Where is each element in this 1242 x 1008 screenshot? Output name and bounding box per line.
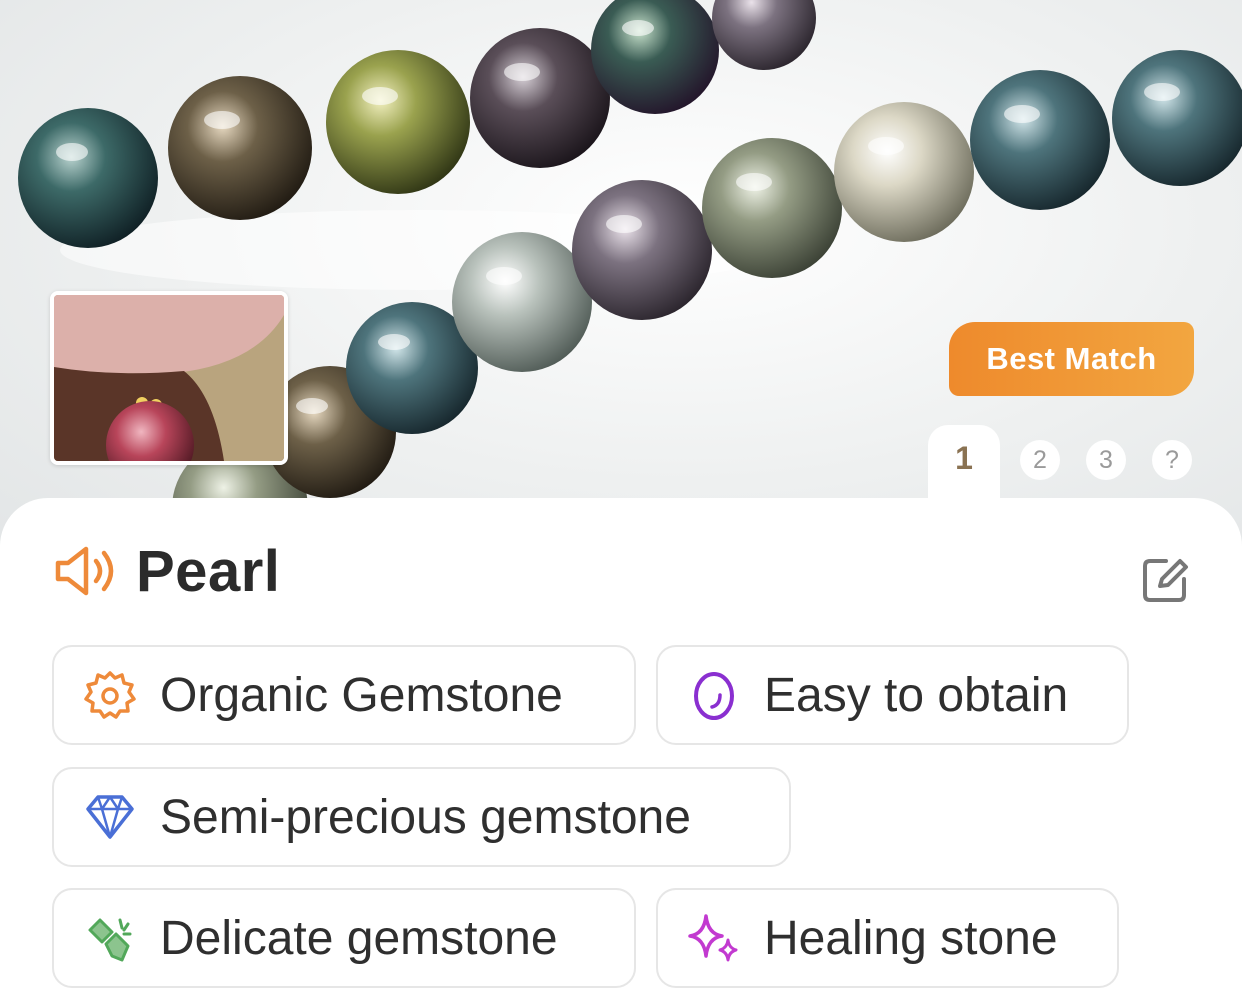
- sparkles-icon: [688, 914, 738, 962]
- tag-label: Delicate gemstone: [160, 911, 558, 965]
- tag-easy-to-obtain[interactable]: Easy to obtain: [656, 645, 1129, 745]
- tag-label: Healing stone: [764, 911, 1058, 965]
- best-match-badge: Best Match: [949, 322, 1194, 396]
- tag-label: Semi-precious gemstone: [160, 790, 691, 844]
- oval-gem-icon: [694, 672, 734, 720]
- user-photo-thumbnail[interactable]: [50, 291, 288, 465]
- match-pager: 1 2 3 ?: [928, 425, 1208, 505]
- speaker-icon[interactable]: [52, 541, 122, 601]
- page-tab-3[interactable]: 3: [1086, 440, 1126, 480]
- tag-healing-stone[interactable]: Healing stone: [656, 888, 1119, 988]
- edit-icon[interactable]: [1140, 555, 1190, 605]
- result-title-row: Pearl: [52, 536, 280, 606]
- page-tab-1[interactable]: 1: [928, 425, 1000, 505]
- tag-organic-gemstone[interactable]: Organic Gemstone: [52, 645, 636, 745]
- tag-semi-precious-gemstone[interactable]: Semi-precious gemstone: [52, 767, 791, 867]
- tag-label: Organic Gemstone: [160, 668, 563, 722]
- tag-delicate-gemstone[interactable]: Delicate gemstone: [52, 888, 636, 988]
- user-photo-image: [54, 295, 284, 461]
- page-tab-more[interactable]: ?: [1152, 440, 1192, 480]
- result-hero-image: Best Match 1 2 3 ?: [0, 0, 1242, 560]
- result-title: Pearl: [136, 538, 281, 604]
- tag-label: Easy to obtain: [764, 668, 1069, 722]
- oyster-pearl-icon: [84, 671, 136, 719]
- diamond-icon: [86, 795, 134, 839]
- broken-crystal-icon: [88, 918, 132, 962]
- page-tab-2[interactable]: 2: [1020, 440, 1060, 480]
